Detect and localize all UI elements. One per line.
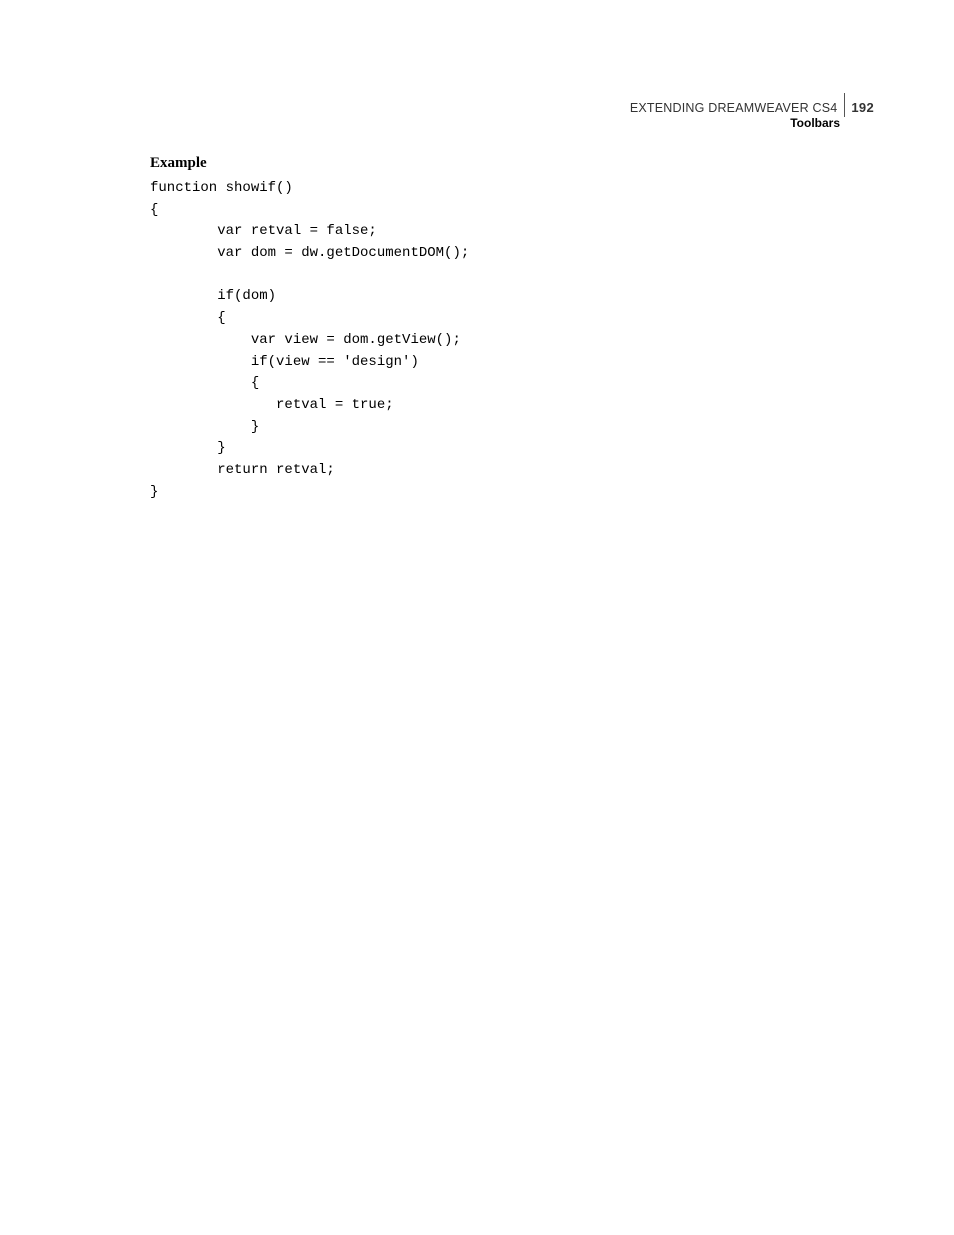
header-line: EXTENDING DREAMWEAVER CS4 192: [630, 88, 874, 115]
header-divider: [844, 93, 845, 117]
page-content: Example function showif() { var retval =…: [150, 155, 874, 503]
page-number: 192: [851, 100, 874, 115]
section-heading: Example: [150, 155, 874, 172]
page-header: EXTENDING DREAMWEAVER CS4 192 Toolbars: [630, 88, 874, 130]
chapter-title: Toolbars: [630, 116, 874, 130]
code-example: function showif() { var retval = false; …: [150, 178, 874, 503]
document-title: EXTENDING DREAMWEAVER CS4: [630, 101, 838, 115]
